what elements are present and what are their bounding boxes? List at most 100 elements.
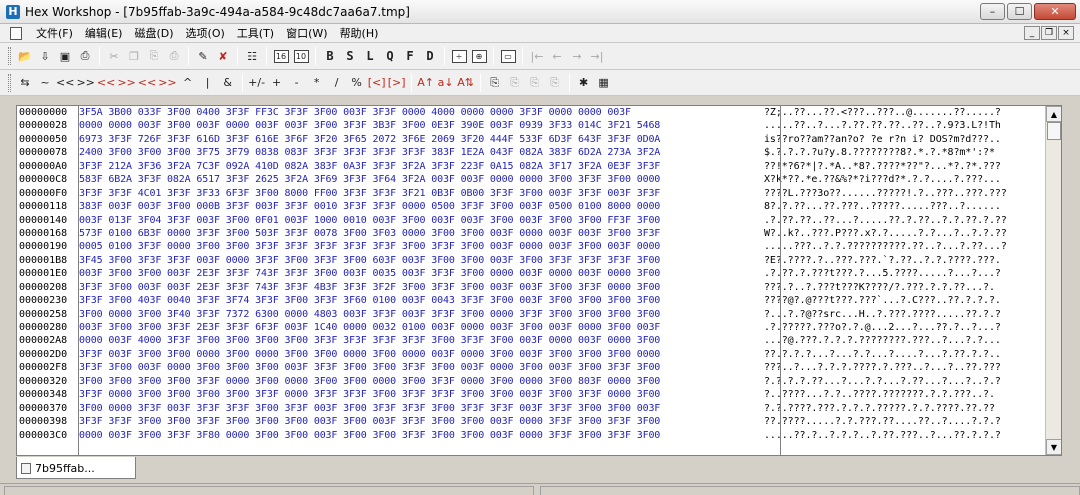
compare-next-icon[interactable]: ⎘ (506, 73, 524, 93)
shift-right-icon[interactable]: >> (76, 73, 94, 93)
hex-row[interactable]: 000002A8 0000 003F 4000 3F3F 3F00 3F00 3F… (17, 334, 1042, 347)
row-hex[interactable]: 2400 3F00 3F00 3F00 3F75 3F79 0838 083F … (77, 146, 762, 159)
row-text[interactable]: ?...?.?@??src...H..?.???.????.....??.?.? (762, 308, 1042, 321)
menu-options[interactable]: 选项(O) (180, 24, 231, 43)
row-hex[interactable]: 573F 0100 6B3F 0000 3F3F 3F00 503F 3F3F … (77, 227, 762, 240)
row-hex[interactable]: 0000 003F 4000 3F3F 3F00 3F00 3F00 3F00 … (77, 334, 762, 347)
hex-row[interactable]: 00000140 003F 013F 3F04 3F3F 003F 3F00 0F… (17, 214, 1042, 227)
row-text[interactable]: ?.?.?.?.??...?...?.?...?.??...?...?..?.? (762, 375, 1042, 388)
scroll-up-icon[interactable]: ▲ (1046, 106, 1061, 122)
compare-icon[interactable]: ⎘ (486, 73, 504, 93)
short-mode-button[interactable]: S (341, 46, 359, 66)
close-button[interactable]: ✕ (1034, 3, 1076, 20)
cols-10-button[interactable]: 10 (292, 46, 310, 66)
and-icon[interactable]: & (219, 73, 237, 93)
nav-next-icon[interactable]: → (568, 46, 586, 66)
row-text[interactable]: X?k*??.*e.??&%?*?i???d?*.?.?....?.???... (762, 173, 1042, 186)
multiply-icon[interactable]: * (308, 73, 326, 93)
calculator-button[interactable]: ÷ (450, 46, 468, 66)
uppercase-icon[interactable]: A↑ (417, 73, 435, 93)
row-text[interactable]: is??ro??am??an?o? ?e r?n i? DOS?m?d???.. (762, 133, 1042, 146)
row-hex[interactable]: 3F3F 3F3F 4C01 3F3F 3F33 6F3F 3F00 8000 … (77, 187, 762, 200)
row-text[interactable]: ?Z;..??...??.<???..???..@.......??.....? (762, 106, 1042, 119)
hex-editor[interactable]: 00000000 3F5A 3B00 033F 3F00 0400 3F3F FF… (16, 105, 1062, 456)
nav-last-icon[interactable]: →| (588, 46, 606, 66)
row-text[interactable]: ?E?.????.?..???.???.`?.??..?.?.????.???. (762, 254, 1042, 267)
hex-row[interactable]: 00000078 2400 3F00 3F00 3F00 3F75 3F79 08… (17, 146, 1042, 159)
row-hex[interactable]: 3F3F 3F00 003F 003F 2E3F 3F3F 743F 3F3F … (77, 281, 762, 294)
mdi-close-button[interactable]: × (1058, 26, 1074, 40)
row-text[interactable]: ?.?.????.???.?.?.?.?????.?.?.????.??.?? (762, 402, 1042, 415)
row-text[interactable]: ??.?.?.?...?...?.?...?....?...?.??.?.?.. (762, 348, 1042, 361)
hex-row[interactable]: 00000208 3F3F 3F00 003F 003F 2E3F 3F3F 74… (17, 281, 1042, 294)
hex-row[interactable]: 000003C0 0000 003F 3F00 3F3F 3F80 0000 3F… (17, 429, 1042, 442)
row-text[interactable]: .....??.?..?.?.?..?.??.???..?...??.?.?.? (762, 429, 1042, 442)
hex-row[interactable]: 000002F8 3F3F 3F00 003F 0000 3F00 3F00 3F… (17, 361, 1042, 374)
menu-file[interactable]: 文件(F) (30, 24, 79, 43)
title-bar[interactable]: H Hex Workshop - [7b95ffab-3a9c-494a-a58… (0, 0, 1080, 24)
row-text[interactable]: .?.?????.???o?.?.@...2...?...??.?..?...? (762, 321, 1042, 334)
shift-left-icon[interactable]: << (56, 73, 74, 93)
row-hex[interactable]: 3F00 0000 3F00 3F40 3F3F 7372 6300 0000 … (77, 308, 762, 321)
cut-icon[interactable]: ✂ (105, 46, 123, 66)
print-icon[interactable]: ⎙ (76, 46, 94, 66)
row-hex[interactable]: 3F3F 3F3F 3F00 3F00 3F3F 3F00 3F00 3F00 … (77, 415, 762, 428)
hex-row[interactable]: 000000A0 3F3F 212A 3F36 3F2A 7C3F 092A 41… (17, 160, 1042, 173)
row-text[interactable]: ??!*?6?*|?.*A..*8?.????*??"?...*?.?*.??? (762, 160, 1042, 173)
paste-special-icon[interactable]: ⎙ (165, 46, 183, 66)
divide-icon[interactable]: / (328, 73, 346, 93)
rotate-left-icon[interactable]: << (97, 73, 115, 93)
paste-icon[interactable]: ⎘ (145, 46, 163, 66)
scroll-thumb[interactable] (1047, 122, 1061, 140)
find-icon[interactable]: ✎ (194, 46, 212, 66)
block-shift-right-icon[interactable]: >> (158, 73, 176, 93)
row-hex[interactable]: 0000 0000 003F 3F00 003F 0000 003F 003F … (77, 119, 762, 132)
hex-row[interactable]: 00000050 6973 3F3F 726F 3F3F 616D 3F3F 61… (17, 133, 1042, 146)
calculator-icon[interactable]: ▦ (595, 73, 613, 93)
row-hex[interactable]: 3F00 3F00 3F00 3F00 3F3F 0000 3F00 0000 … (77, 375, 762, 388)
row-text[interactable]: .?.??.?.???t???.?...5.????.....?...?...? (762, 267, 1042, 280)
hex-row[interactable]: 00000398 3F3F 3F3F 3F00 3F00 3F3F 3F00 3F… (17, 415, 1042, 428)
hex-row[interactable]: 00000230 3F3F 3F00 403F 0040 3F3F 3F74 3F… (17, 294, 1042, 307)
hex-row[interactable]: 000001E0 003F 3F00 3F00 003F 2E3F 3F3F 74… (17, 267, 1042, 280)
hex-row[interactable]: 00000118 383F 003F 003F 3F00 000B 3F3F 00… (17, 200, 1042, 213)
checksum-icon[interactable]: ✱ (575, 73, 593, 93)
quad-mode-button[interactable]: Q (381, 46, 399, 66)
row-text[interactable]: .....???..?.?.??????????.??..?...?.??...… (762, 240, 1042, 253)
row-text[interactable]: $.?.?.?.?u?y.8.????????8?.*.?.*8?m*':?* (762, 146, 1042, 159)
scroll-down-icon[interactable]: ▼ (1046, 439, 1061, 455)
hex-row[interactable]: 000002D0 3F3F 003F 3F00 3F00 0000 3F00 00… (17, 348, 1042, 361)
row-hex[interactable]: 003F 3F00 3F00 3F3F 2E3F 3F3F 6F3F 003F … (77, 321, 762, 334)
document-tab[interactable]: 7b95ffab... (16, 457, 136, 479)
compare-sync-icon[interactable]: ⎘ (546, 73, 564, 93)
mdi-minimize-button[interactable]: _ (1024, 26, 1040, 40)
row-text[interactable]: ???..?...?.?.?.????.?.???..?...?..??.??? (762, 361, 1042, 374)
invert-case-icon[interactable]: A⇅ (457, 73, 475, 93)
replace-icon[interactable]: ✘ (214, 46, 232, 66)
hex-row[interactable]: 00000190 0005 0100 3F3F 0000 3F00 3F00 3F… (17, 240, 1042, 253)
swap-icon[interactable]: ⇆ (16, 73, 34, 93)
modulo-icon[interactable]: % (348, 73, 366, 93)
double-mode-button[interactable]: D (421, 46, 439, 66)
row-text[interactable]: ????L.???3o??......?????!.?..???..???.??… (762, 187, 1042, 200)
maximize-button[interactable]: ☐ (1007, 3, 1032, 20)
compare-prev-icon[interactable]: ⎘ (526, 73, 544, 93)
negate-icon[interactable]: +/- (248, 73, 266, 93)
not-icon[interactable]: ~ (36, 73, 54, 93)
rotate-right-icon[interactable]: >> (117, 73, 135, 93)
row-hex[interactable]: 3F3F 3F00 403F 0040 3F3F 3F74 3F3F 3F00 … (77, 294, 762, 307)
row-text[interactable]: ...?@.???.?.?.?.????????.???..?...?.?... (762, 334, 1042, 347)
row-text[interactable]: W?..k?..???.P???.x?.?.....?.?...?..?.?.?… (762, 227, 1042, 240)
lowercase-icon[interactable]: a↓ (437, 73, 455, 93)
row-hex[interactable]: 383F 003F 003F 3F00 000B 3F3F 003F 3F3F … (77, 200, 762, 213)
or-icon[interactable]: | (199, 73, 217, 93)
menu-tools[interactable]: 工具(T) (231, 24, 280, 43)
row-text[interactable]: .....??..?...?.??.??.??..??..?.9?3.L?!Th (762, 119, 1042, 132)
hex-row[interactable]: 00000348 3F3F 0000 3F00 3F00 3F00 3F00 3F… (17, 388, 1042, 401)
float-mode-button[interactable]: F (401, 46, 419, 66)
save-all-icon[interactable]: ⇩ (36, 46, 54, 66)
menu-help[interactable]: 帮助(H) (334, 24, 385, 43)
row-hex[interactable]: 3F45 3F00 3F3F 3F3F 003F 0000 3F3F 3F00 … (77, 254, 762, 267)
properties-icon[interactable]: ☷ (243, 46, 261, 66)
add-icon[interactable]: + (268, 73, 286, 93)
